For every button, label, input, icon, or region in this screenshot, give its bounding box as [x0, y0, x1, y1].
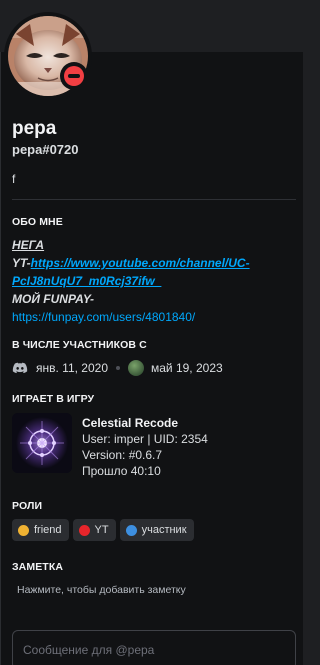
funpay-label: МОЙ FUNPAY- — [12, 292, 94, 306]
role-friend[interactable]: friend — [12, 519, 69, 541]
funpay-link[interactable]: https://funpay.com/users/4801840/ — [12, 310, 195, 324]
display-name: pepa — [12, 118, 57, 139]
role-label: YT — [94, 524, 109, 536]
member-since-title: В ЧИСЛЕ УЧАСТНИКОВ С — [12, 339, 147, 351]
about-line-nega: НЕГА — [12, 238, 45, 252]
youtube-link[interactable]: https://www.youtube.com/channel/UC-PcIJ8… — [12, 256, 250, 288]
separator-dot — [116, 366, 120, 370]
game-details: User: imper | UID: 2354 — [82, 432, 208, 446]
activity-details: Celestial Recode User: imper | UID: 2354… — [82, 415, 208, 479]
message-box — [12, 630, 296, 665]
server-icon[interactable] — [128, 360, 144, 376]
game-state: Version: #0.6.7 — [82, 448, 163, 462]
discord-icon — [12, 362, 28, 374]
custom-status: f — [12, 172, 16, 186]
role-member[interactable]: участник — [119, 519, 194, 541]
roles-list: friend YT участник — [12, 519, 194, 541]
game-name: Celestial Recode — [82, 416, 179, 430]
about-me-title: ОБО МНЕ — [12, 216, 63, 228]
role-color-dot — [78, 524, 90, 536]
about-me-text: НЕГА YT-https://www.youtube.com/channel/… — [12, 236, 294, 326]
activity-title: ИГРАЕТ В ИГРУ — [12, 393, 95, 405]
divider — [12, 199, 296, 200]
yt-label: YT- — [12, 256, 31, 270]
note-field[interactable]: Нажмите, чтобы добавить заметку — [17, 584, 186, 596]
role-color-dot — [18, 524, 29, 536]
role-label: friend — [34, 524, 62, 536]
dnd-icon — [64, 66, 84, 86]
status-indicator — [60, 62, 88, 90]
game-icon — [12, 413, 72, 473]
game-elapsed: Прошло 40:10 — [82, 464, 161, 478]
role-color-dot — [125, 524, 137, 536]
member-since-row: янв. 11, 2020 май 19, 2023 — [12, 359, 223, 377]
server-join-date: май 19, 2023 — [151, 361, 223, 375]
discord-join-date: янв. 11, 2020 — [36, 361, 108, 375]
message-input[interactable] — [23, 643, 283, 657]
role-yt[interactable]: YT — [72, 519, 116, 541]
username: pepa#0720 — [12, 142, 79, 157]
note-title: ЗАМЕТКА — [12, 561, 64, 573]
roles-title: РОЛИ — [12, 500, 43, 512]
role-label: участник — [141, 524, 187, 536]
